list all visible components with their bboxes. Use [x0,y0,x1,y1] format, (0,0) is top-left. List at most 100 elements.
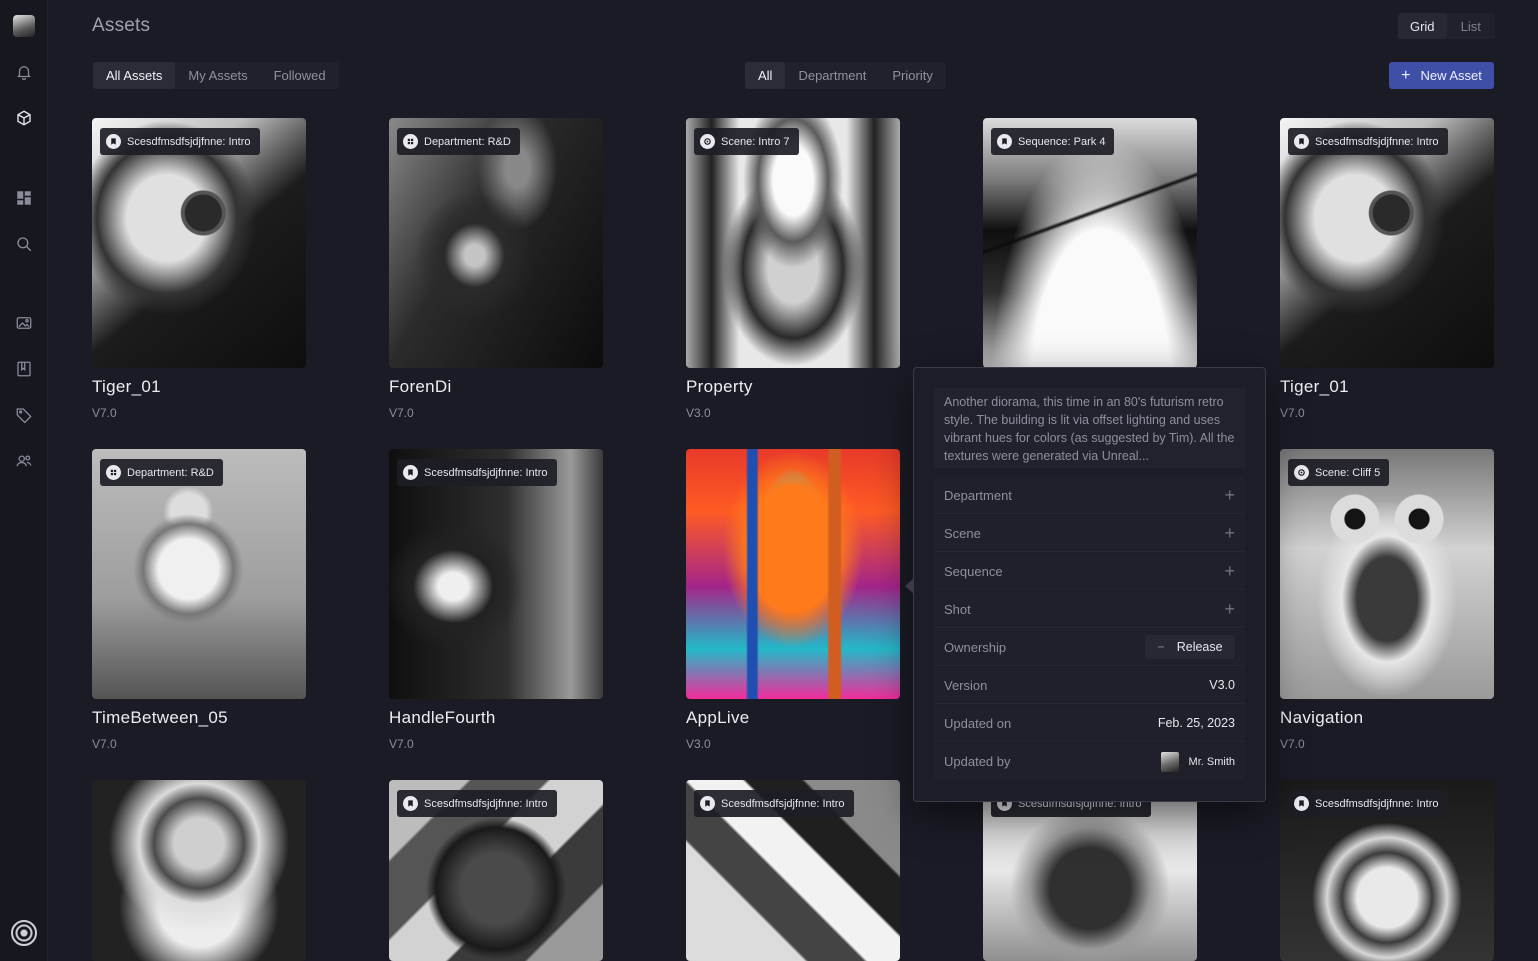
asset-card[interactable]: Department: R&D TimeBetween_05 V7.0 [92,449,306,751]
asset-thumbnail[interactable]: Scesdfmsdfsjdjfnne: Intro [686,780,900,961]
tab-my-assets[interactable]: My Assets [175,62,260,89]
updated-on-row: Updated on Feb. 25, 2023 [934,705,1245,742]
tab-all-assets[interactable]: All Assets [93,62,176,89]
tag-chip-label: Department: R&D [424,135,511,148]
tab-department[interactable]: Department [785,62,879,89]
version-value: V3.0 [1209,678,1235,692]
asset-thumbnail[interactable]: Scesdfmsdfsjdjfnne: Intro [1280,118,1494,368]
asset-title[interactable]: Property [686,377,900,397]
asset-card[interactable]: Scesdfmsdfsjdjfnne: Intro HandleFourth V… [389,449,603,751]
asset-card[interactable]: Department: R&D ForenDi V7.0 [389,118,603,420]
release-button[interactable]: − Release [1145,635,1235,659]
asset-thumbnail[interactable]: Scesdfmsdfsjdjfnne: Intro [1280,780,1494,961]
asset-card[interactable]: Scene: Cliff 5 Navigation V7.0 [1280,449,1494,751]
search-icon[interactable] [12,232,36,256]
add-sequence-icon[interactable]: + [1224,562,1235,580]
asset-title[interactable]: Tiger_01 [1280,377,1494,397]
list-view-button[interactable]: List [1447,13,1496,39]
version-label: Version [944,677,988,693]
avatar [1160,751,1179,772]
tag-chip: Department: R&D [397,128,520,155]
asset-version: V7.0 [92,737,117,751]
bell-icon[interactable] [12,60,36,84]
asset-card[interactable]: Scene: Intro 7 Property V3.0 [686,118,900,420]
add-department-icon[interactable]: + [1224,486,1235,504]
asset-version: V7.0 [92,406,117,420]
tag-chip: Scesdfmsdfsjdjfnne: Intro [694,790,854,817]
box-icon[interactable] [12,106,36,130]
bookmark-icon [403,465,418,480]
asset-thumbnail[interactable] [92,780,306,961]
add-shot-icon[interactable]: + [1224,600,1235,618]
tag-chip-label: Scesdfmsdfsjdjfnne: Intro [1315,135,1439,148]
asset-thumbnail[interactable]: Scene: Cliff 5 [1280,449,1494,699]
asset-title[interactable]: AppLive [686,708,900,728]
asset-card[interactable]: Scesdfmsdfsjdjfnne: Intro Tiger_01 V7.0 [1280,118,1494,420]
asset-version: V3.0 [686,737,711,751]
asset-card[interactable]: Scesdfmsdfsjdjfnne: Intro [686,780,900,961]
tab-followed[interactable]: Followed [261,62,339,89]
asset-thumbnail[interactable]: Department: R&D [92,449,306,699]
tag-chip: Scesdfmsdfsjdjfnne: Intro [100,128,260,155]
asset-card[interactable]: Scesdfmsdfsjdjfnne: Intro [1280,780,1494,961]
bookmark-icon [403,796,418,811]
asset-card-selected[interactable]: AppLive V3.0 [686,449,900,751]
sequence-row: Sequence + [934,553,1245,590]
scene-label: Scene [944,525,981,541]
image-icon[interactable] [12,311,36,335]
minus-icon: − [1157,640,1165,654]
tag-chip-label: Scesdfmsdfsjdjfnne: Intro [1315,797,1439,810]
asset-title[interactable]: Navigation [1280,708,1494,728]
asset-details-popover: Another diorama, this time in an 80's fu… [905,367,1266,802]
asset-thumbnail[interactable]: Sequence: Park 4 [983,118,1197,368]
view-toggle: Grid List [1398,13,1495,39]
tab-all[interactable]: All [745,62,786,89]
logo-icon[interactable] [13,15,35,37]
asset-version: V7.0 [1280,737,1305,751]
sequence-label: Sequence [944,563,1003,579]
asset-card[interactable]: Scesdfmsdfsjdjfnne: Intro Tiger_01 V7.0 [92,118,306,420]
asset-thumbnail[interactable]: Scesdfmsdfsjdjfnne: Intro [389,780,603,961]
asset-title[interactable]: TimeBetween_05 [92,708,306,728]
asset-title[interactable]: HandleFourth [389,708,603,728]
asset-description: Another diorama, this time in an 80's fu… [934,388,1245,468]
tab-priority[interactable]: Priority [879,62,945,89]
asset-thumbnail[interactable]: Scesdfmsdfsjdjfnne: Intro [92,118,306,368]
tag-chip-label: Scesdfmsdfsjdjfnne: Intro [424,466,548,479]
asset-version: V7.0 [1280,406,1305,420]
users-icon[interactable] [12,449,36,473]
asset-filter-tabs: All Assets My Assets Followed [93,62,339,89]
tag-chip-label: Sequence: Park 4 [1018,135,1106,148]
version-row: Version V3.0 [934,667,1245,704]
asset-thumbnail[interactable]: Scesdfmsdfsjdjfnne: Intro [389,449,603,699]
tag-icon[interactable] [12,403,36,427]
asset-thumbnail[interactable]: Scesdfmsdfsjdjfnne: Intro [983,780,1197,961]
tag-chip-label: Scene: Cliff 5 [1315,466,1381,479]
tag-chip-label: Scesdfmsdfsjdjfnne: Intro [721,797,845,810]
bookmark-icon [997,134,1012,149]
asset-card[interactable] [92,780,306,961]
updated-by-user[interactable]: Mr. Smith [1160,751,1235,772]
release-label: Release [1176,640,1223,654]
asset-version: V7.0 [389,406,414,420]
dashboard-icon[interactable] [12,186,36,210]
asset-thumbnail[interactable]: Scene: Intro 7 [686,118,900,368]
tag-chip-label: Department: R&D [127,466,214,479]
bookmark-icon [1294,796,1309,811]
new-asset-button[interactable]: + New Asset [1389,62,1494,89]
asset-thumbnail[interactable] [686,449,900,699]
asset-card[interactable]: Scesdfmsdfsjdjfnne: Intro [983,780,1197,961]
department-label: Department [944,487,1012,503]
board-icon[interactable] [12,357,36,381]
asset-thumbnail[interactable]: Department: R&D [389,118,603,368]
asset-card[interactable]: Scesdfmsdfsjdjfnne: Intro [389,780,603,961]
asset-title[interactable]: Tiger_01 [92,377,306,397]
ownership-row: Ownership − Release [934,629,1245,666]
bookmark-icon [700,796,715,811]
settings-icon[interactable] [11,920,37,946]
tag-chip-label: Scesdfmsdfsjdjfnne: Intro [424,797,548,810]
asset-title[interactable]: ForenDi [389,377,603,397]
add-scene-icon[interactable]: + [1224,524,1235,542]
grid-view-button[interactable]: Grid [1398,13,1447,39]
asset-card[interactable]: Sequence: Park 4 [983,118,1197,368]
